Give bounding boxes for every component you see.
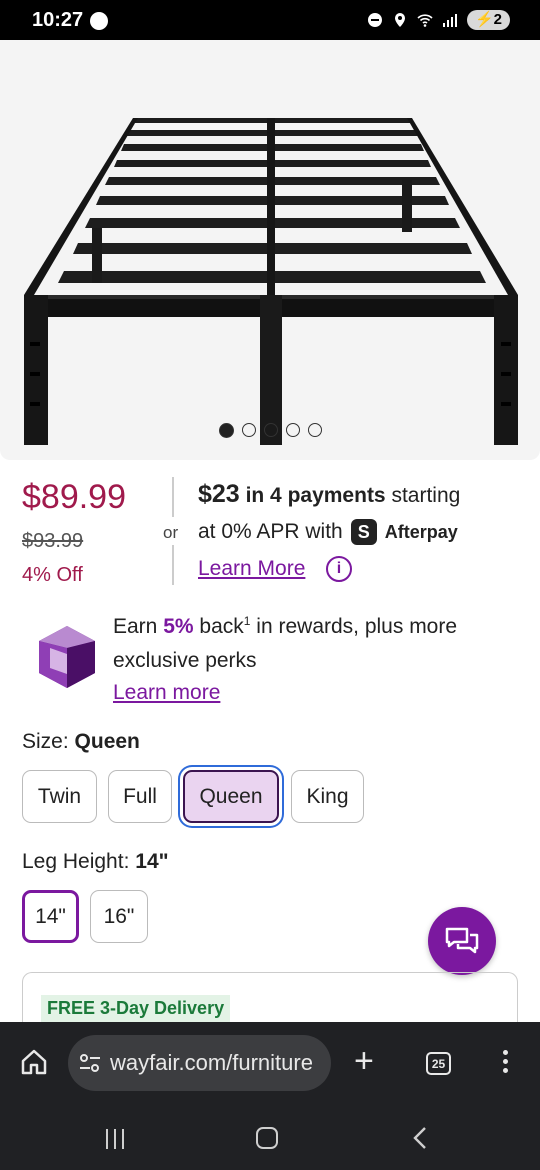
status-time: 10:27	[32, 9, 84, 31]
chat-icon	[445, 927, 479, 954]
afterpay-name: Afterpay	[384, 521, 458, 542]
installment-amount: $23	[198, 480, 240, 508]
gallery-pagination[interactable]	[0, 423, 540, 438]
info-icon[interactable]: i	[326, 556, 352, 582]
chat-button[interactable]	[428, 907, 496, 975]
gallery-dot[interactable]	[241, 423, 256, 437]
size-option-king[interactable]: King	[291, 770, 364, 823]
free-delivery-badge: FREE 3-Day Delivery	[41, 995, 231, 1022]
browser-toolbar: wayfair.com/furniture + 25	[0, 1022, 540, 1104]
installment-text: $23 in 4 payments starting	[198, 480, 460, 509]
home-icon[interactable]	[20, 1048, 48, 1076]
rewards-text-line2: exclusive perks	[113, 649, 257, 672]
size-label: Size: Queen	[22, 730, 140, 754]
recents-icon[interactable]	[106, 1129, 124, 1149]
rewards-earn: Earn	[113, 615, 158, 638]
installment-suffix: starting	[391, 484, 461, 507]
back-icon[interactable]	[412, 1126, 428, 1150]
tab-switcher-icon[interactable]: 25	[426, 1052, 451, 1075]
url-text: wayfair.com/furniture	[110, 1050, 313, 1075]
gallery-dot[interactable]	[307, 423, 322, 437]
rewards-gem-icon	[39, 626, 95, 688]
size-option-twin[interactable]: Twin	[22, 770, 97, 823]
gallery-dot[interactable]	[263, 423, 278, 437]
divider	[172, 545, 174, 585]
divider	[172, 477, 174, 517]
gallery-dot[interactable]	[285, 423, 300, 437]
wifi-icon	[417, 14, 433, 27]
location-icon	[394, 13, 405, 27]
leg-height-option-16[interactable]: 16"	[90, 890, 148, 943]
nav-home-icon[interactable]	[256, 1127, 278, 1149]
size-selected-value: Queen	[74, 730, 140, 753]
system-nav-bar	[0, 1104, 540, 1170]
leg-height-label-text: Leg Height:	[22, 850, 130, 873]
product-image-gallery[interactable]	[0, 40, 540, 460]
battery-icon: ⚡2	[466, 10, 510, 30]
afterpay-learn-more-link[interactable]: Learn More	[198, 557, 305, 581]
discount-label: 4% Off	[22, 564, 83, 586]
rewards-footnote: 1	[243, 614, 251, 628]
dnd-icon	[367, 13, 382, 27]
address-bar[interactable]: wayfair.com/furniture	[68, 1035, 331, 1091]
status-icons: ⚡2	[367, 10, 510, 30]
size-label-text: Size:	[22, 730, 69, 753]
afterpay-line: at 0% APR with S Afterpay	[198, 519, 458, 545]
rewards-learn-more-link[interactable]: Learn more	[113, 681, 220, 705]
rewards-percent: 5%	[163, 615, 194, 638]
leg-height-selected-value: 14"	[135, 850, 169, 873]
installment-count: in 4 payments	[245, 484, 386, 507]
apr-text: at 0% APR with	[198, 520, 343, 543]
gallery-dot[interactable]	[218, 423, 234, 438]
leg-height-option-14[interactable]: 14"	[22, 890, 79, 943]
site-settings-icon[interactable]	[78, 1052, 102, 1074]
size-option-queen[interactable]: Queen	[183, 770, 279, 823]
status-bar: 10:27 ⚡2	[0, 0, 540, 40]
rewards-line1-suffix: in rewards, plus more	[256, 615, 458, 638]
more-menu-icon[interactable]	[500, 1050, 510, 1077]
current-price: $89.99	[22, 478, 126, 516]
new-tab-icon[interactable]: +	[354, 1044, 374, 1078]
rewards-text-line1: Earn 5% back1 in rewards, plus more	[113, 614, 457, 639]
battery-level: 2	[493, 11, 502, 28]
or-label: or	[163, 523, 179, 542]
leg-height-label: Leg Height: 14"	[22, 850, 169, 874]
size-option-full[interactable]: Full	[108, 770, 172, 823]
original-price: $93.99	[22, 530, 84, 552]
bed-frame-image	[24, 118, 518, 445]
messenger-icon	[90, 12, 108, 30]
signal-icon	[442, 14, 457, 27]
rewards-back: back	[199, 615, 244, 638]
afterpay-logo-icon: S	[350, 519, 377, 545]
